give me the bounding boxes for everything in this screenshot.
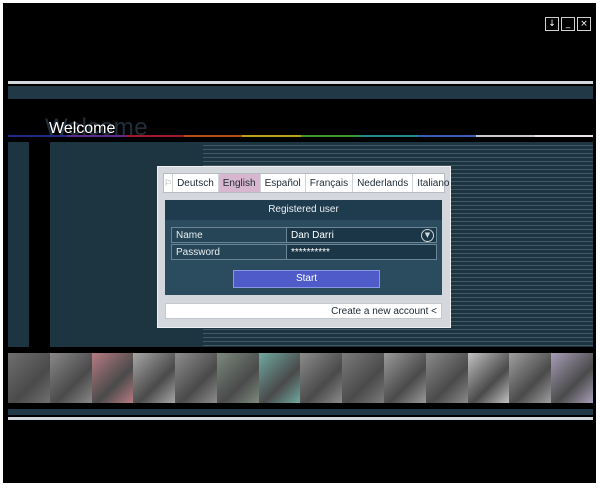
left-panel-stripe [8,142,29,347]
bottom-band [8,409,593,415]
rainbow-segment [417,135,476,137]
name-label: Name [171,227,287,243]
chevron-down-icon[interactable]: ▼ [421,229,434,242]
rainbow-segment [300,135,359,137]
photo-tile [175,353,217,403]
password-field[interactable]: ********** [287,244,437,260]
rainbow-segment [8,135,67,137]
language-bar: ⚐ Deutsch English Español Français Neder… [163,173,449,193]
photo-tile [133,353,176,403]
language-espanol[interactable]: Español [261,174,306,192]
rainbow-segment [125,135,184,137]
photo-tile [300,353,343,403]
name-field[interactable]: Dan Darri ▼ [287,227,437,243]
flag-icon: ⚐ [164,174,174,192]
rainbow-segment [242,135,301,137]
rainbow-segment [183,135,242,137]
photo-tile [342,353,385,403]
password-label: Password [171,244,287,260]
rainbow-segment [359,135,418,137]
photo-tile [258,353,301,403]
photo-tile [467,353,510,403]
close-icon[interactable]: × [577,17,591,31]
app-screen: ↓ _ × Welcome Welcome ⚐ Deutsch English … [3,3,596,483]
photo-tile [91,353,134,403]
photo-tile [384,353,426,403]
rainbow-segment [534,135,593,137]
language-deutsch[interactable]: Deutsch [173,174,219,192]
registered-user-panel: Registered user Name Dan Darri ▼ Passwor… [165,200,442,295]
rainbow-segment [476,135,535,137]
password-row: Password ********** [171,244,437,260]
photo-tile [8,353,50,403]
top-divider [8,81,593,84]
top-band [8,86,593,99]
login-dialog: ⚐ Deutsch English Español Français Neder… [157,166,451,328]
language-italiano[interactable]: Italiano [413,174,453,192]
rainbow-divider [8,135,593,137]
photo-tile [551,353,593,403]
photo-tile [509,353,552,403]
photo-tile [216,353,259,403]
minimize-icon[interactable]: _ [561,17,575,31]
photo-tile [49,353,92,403]
photo-tile [425,353,468,403]
create-account-link[interactable]: Create a new account < [165,303,442,319]
rainbow-segment [66,135,125,137]
bottom-divider [8,417,593,420]
name-value: Dan Darri [291,230,334,241]
language-francais[interactable]: Français [306,174,354,192]
start-button[interactable]: Start [233,270,380,288]
language-english[interactable]: English [218,174,261,192]
window-controls: ↓ _ × [545,17,591,31]
name-row: Name Dan Darri ▼ [171,227,437,243]
language-nederlands[interactable]: Nederlands [353,174,414,192]
download-icon[interactable]: ↓ [545,17,559,31]
panel-title: Registered user [165,200,442,220]
photo-strip [8,353,593,403]
